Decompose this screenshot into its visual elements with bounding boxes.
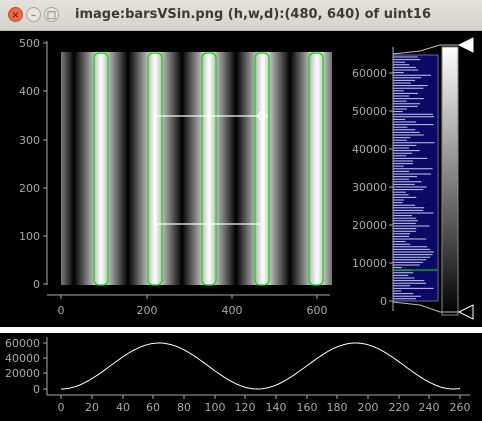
image-x-tick-label: 200 [137,304,158,317]
minimize-button[interactable]: – [26,7,41,22]
histogram-y-tick-label: 30000 [352,181,387,194]
histogram-y-tick-label: 60000 [352,67,387,80]
profile-y-tick-label: 20000 [5,367,40,380]
profile-x-tick-label: 0 [58,401,65,414]
maximize-button[interactable]: □ [44,7,59,22]
image-y-tick-label: 300 [19,134,40,147]
histogram-y-tick-label: 0 [380,295,387,308]
histogram-widget[interactable]: 60000 50000 40000 30000 20000 10000 0 [352,37,474,320]
histogram-y-tick-labels: 60000 50000 40000 30000 20000 10000 0 [352,67,387,308]
profile-x-tick-label: 80 [177,401,191,414]
histogram-y-tick-label: 50000 [352,105,387,118]
profile-y-tick-label: 40000 [5,352,40,365]
image-y-tick-label: 400 [19,85,40,98]
histogram-y-tick-label: 20000 [352,219,387,232]
profile-x-tick-label: 40 [116,401,130,414]
profile-y-tick-label: 60000 [5,337,40,350]
profile-x-tick-label: 120 [235,401,256,414]
profile-x-tick-label: 140 [266,401,287,414]
profile-x-tick-label: 200 [358,401,379,414]
window-title: image:barsVSin.png (h,w,d):(480, 640) of… [75,7,432,22]
image-y-tick-label: 200 [19,182,40,195]
image-x-tick-label: 0 [58,304,65,317]
histogram-y-tick-label: 40000 [352,143,387,156]
profile-x-tick-label: 60 [146,401,160,414]
image-y-tick-label: 500 [19,37,40,50]
profile-y-tick-label: 0 [33,383,40,396]
level-max-handle[interactable] [457,37,474,53]
image-y-tick-label: 100 [19,230,40,243]
profile-x-tick-label: 240 [419,401,440,414]
profile-x-tick-label: 260 [450,401,471,414]
close-button[interactable]: × [8,7,23,22]
profile-x-tick-label: 220 [389,401,410,414]
profile-x-tick-labels: 0 20 40 60 80 100 120 140 160 180 200 22… [58,401,471,414]
image-canvas[interactable] [61,52,332,285]
profile-x-tick-label: 100 [205,401,226,414]
image-view-panel: 500 400 300 200 100 0 0 200 400 600 6000… [0,31,482,327]
histogram-plot [393,55,438,301]
line-profile-panel: 60000 40000 20000 0 0 20 40 60 80 100 12… [0,333,482,417]
image-y-tick-label: 0 [33,278,40,291]
image-x-tick-label: 400 [222,304,243,317]
gradient-lut-bar[interactable] [441,46,459,316]
profile-x-tick-label: 180 [327,401,348,414]
image-x-tick-labels: 0 200 400 600 [58,304,328,317]
profile-x-tick-label: 160 [297,401,318,414]
profile-curve [61,342,461,390]
image-x-tick-label: 600 [307,304,328,317]
histogram-y-ticks [389,72,393,302]
profile-x-tick-label: 20 [85,401,99,414]
image-stripes [61,52,332,285]
histogram-y-tick-label: 10000 [352,257,387,270]
profile-y-tick-labels: 60000 40000 20000 0 [5,337,40,396]
title-bar: × – □ image:barsVSin.png (h,w,d):(480, 6… [0,0,482,31]
level-min-handle[interactable] [457,304,474,320]
image-y-tick-labels: 500 400 300 200 100 0 [19,37,40,291]
